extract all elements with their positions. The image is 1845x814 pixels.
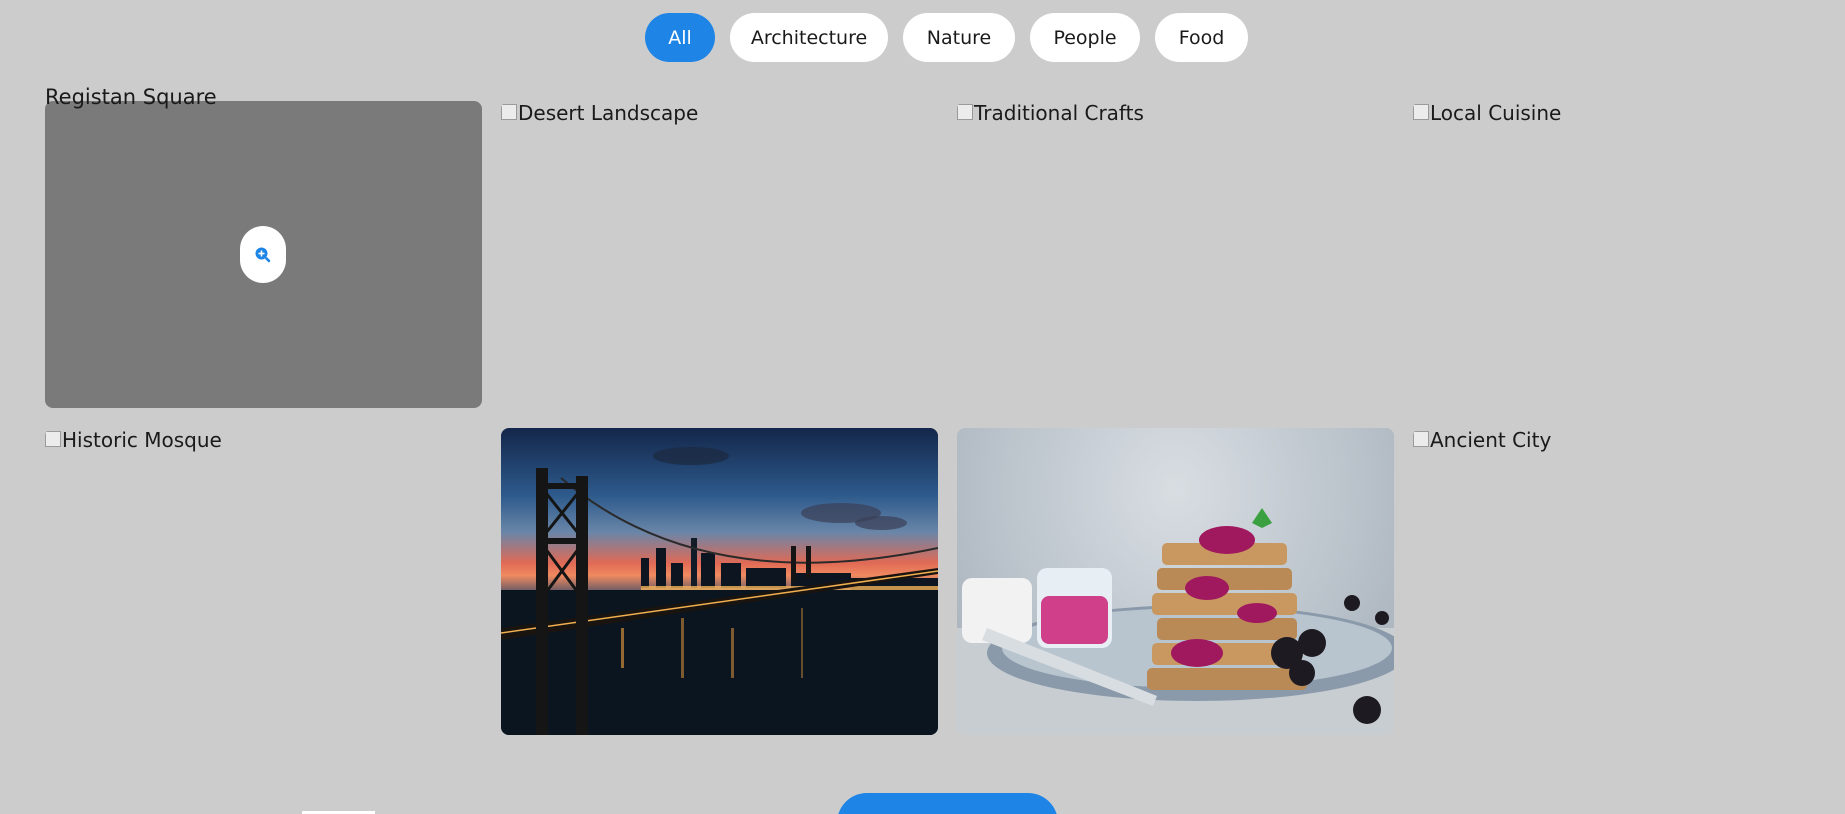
- zoom-button[interactable]: [240, 226, 286, 283]
- gallery-item[interactable]: Ancient City: [1413, 428, 1845, 735]
- bridge-photo: [501, 447, 938, 735]
- load-more-button[interactable]: [837, 793, 1058, 814]
- gallery-item[interactable]: Registan Square: [45, 85, 482, 408]
- image-alt-text: Desert Landscape: [518, 101, 699, 125]
- broken-image: Ancient City: [1413, 428, 1551, 452]
- gallery-item[interactable]: Desert Landscape: [501, 101, 938, 408]
- zoom-in-icon: [255, 247, 271, 262]
- broken-image: Local Cuisine: [1413, 101, 1561, 125]
- filter-bar: All Architecture Nature People Food: [645, 13, 1248, 62]
- filter-nature-button[interactable]: Nature: [903, 13, 1015, 62]
- filter-architecture-button[interactable]: Architecture: [730, 13, 888, 62]
- filter-all-button[interactable]: All: [645, 13, 715, 62]
- gallery-item[interactable]: Traditional Crafts: [957, 101, 1394, 408]
- image-alt-text: Historic Mosque: [62, 428, 222, 452]
- gallery-item[interactable]: Historic Mosque: [45, 428, 482, 735]
- broken-image-icon: [45, 431, 61, 447]
- image-alt-text: Local Cuisine: [1430, 101, 1562, 125]
- broken-image-icon: [1413, 104, 1429, 120]
- broken-image: Historic Mosque: [45, 428, 222, 452]
- broken-image: Desert Landscape: [501, 101, 698, 125]
- image-alt-text: Registan Square: [45, 85, 217, 109]
- gallery-item[interactable]: Local Cuisine: [1413, 101, 1845, 408]
- image-alt-text: Traditional Crafts: [974, 101, 1144, 125]
- gallery-photo-bridge[interactable]: [501, 428, 938, 735]
- filter-people-button[interactable]: People: [1030, 13, 1140, 62]
- image-alt-text: Ancient City: [1430, 428, 1552, 452]
- gallery-photo-food[interactable]: [957, 428, 1394, 735]
- broken-image-icon: [501, 104, 517, 120]
- broken-image-icon: [1413, 431, 1429, 447]
- filter-food-button[interactable]: Food: [1155, 13, 1248, 62]
- food-photo: [957, 508, 1394, 735]
- broken-image: Traditional Crafts: [957, 101, 1144, 125]
- broken-image-icon: [957, 104, 973, 120]
- gallery-page: All Architecture Nature People Food Regi…: [0, 0, 1845, 814]
